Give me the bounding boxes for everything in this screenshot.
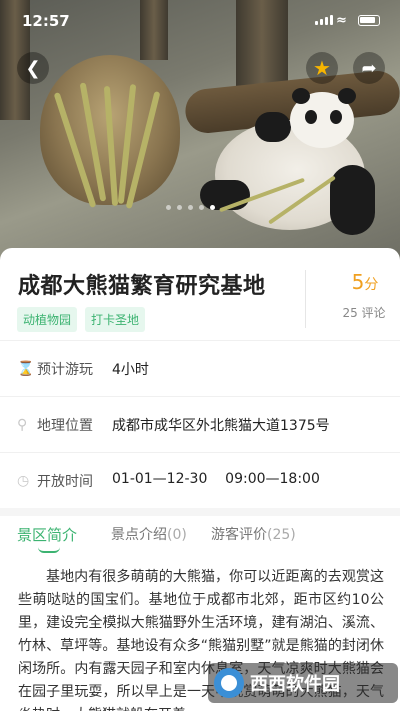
hero-image[interactable] <box>0 0 400 260</box>
tab-underline <box>38 547 60 553</box>
watermark: 西西软件园 <box>208 663 398 703</box>
carousel-indicator <box>166 205 215 210</box>
watermark-text: 西西软件园 <box>250 674 340 695</box>
tab-reviews-count: (25) <box>267 527 296 543</box>
wifi-icon: ≈ <box>336 13 347 28</box>
back-button[interactable]: ❮ <box>17 52 49 84</box>
duration-value: 4小时 <box>112 362 149 378</box>
status-time: 12:57 <box>22 12 70 30</box>
divider <box>305 270 306 328</box>
status-bar: 12:57 ≈ <box>0 10 400 30</box>
tab-attractions-label: 景点介绍 <box>111 527 167 543</box>
score: 5分 <box>340 270 390 294</box>
tab-attractions[interactable]: 景点介绍(0) <box>111 524 187 544</box>
tab-bar: 景区简介 景点介绍(0) 游客评价(25) <box>0 516 400 554</box>
star-icon: ★ <box>313 56 331 80</box>
hours-value: 01-01—12-30 09:00—18:00 <box>112 471 320 487</box>
location-label: 地理位置 <box>37 418 93 434</box>
tab-overview-label: 景区简介 <box>17 526 78 544</box>
score-value: 5 <box>351 270 365 294</box>
tag-list: 动植物园 打卡圣地 <box>17 307 146 332</box>
duration-label: 预计游玩 <box>37 362 93 378</box>
location-row[interactable]: ⚲ 地理位置 成都市成华区外北熊猫大道1375号 <box>0 396 400 452</box>
tab-reviews-label: 游客评价 <box>211 527 267 543</box>
review-count[interactable]: 25 评论 <box>333 304 395 321</box>
hours-label: 开放时间 <box>37 474 93 490</box>
tag-zoo[interactable]: 动植物园 <box>17 307 78 332</box>
location-value: 成都市成华区外北熊猫大道1375号 <box>112 418 330 434</box>
score-unit: 分 <box>364 277 379 293</box>
location-pin-icon: ⚲ <box>17 417 28 433</box>
tab-attractions-count: (0) <box>167 527 187 543</box>
favorite-button[interactable]: ★ <box>306 52 338 84</box>
clock-icon: ◷ <box>17 473 30 489</box>
duration-row: ⌛ 预计游玩 4小时 <box>0 340 400 396</box>
tab-overview[interactable]: 景区简介 <box>17 524 77 545</box>
hourglass-icon: ⌛ <box>17 361 35 377</box>
watermark-logo-icon <box>214 668 244 698</box>
battery-icon <box>358 15 380 26</box>
page-title: 成都大熊猫繁育研究基地 <box>18 274 266 299</box>
section-gap <box>0 508 400 516</box>
tab-reviews[interactable]: 游客评价(25) <box>211 524 296 544</box>
signal-icon <box>315 15 333 25</box>
tag-checkin[interactable]: 打卡圣地 <box>85 307 146 332</box>
share-icon: ➦ <box>361 57 377 79</box>
share-button[interactable]: ➦ <box>353 52 385 84</box>
hours-row: ◷ 开放时间 01-01—12-30 09:00—18:00 <box>0 452 400 508</box>
chevron-left-icon: ❮ <box>25 57 41 79</box>
info-card: 成都大熊猫繁育研究基地 动植物园 打卡圣地 5分 25 评论 ⌛ 预计游玩 4小… <box>0 248 400 711</box>
